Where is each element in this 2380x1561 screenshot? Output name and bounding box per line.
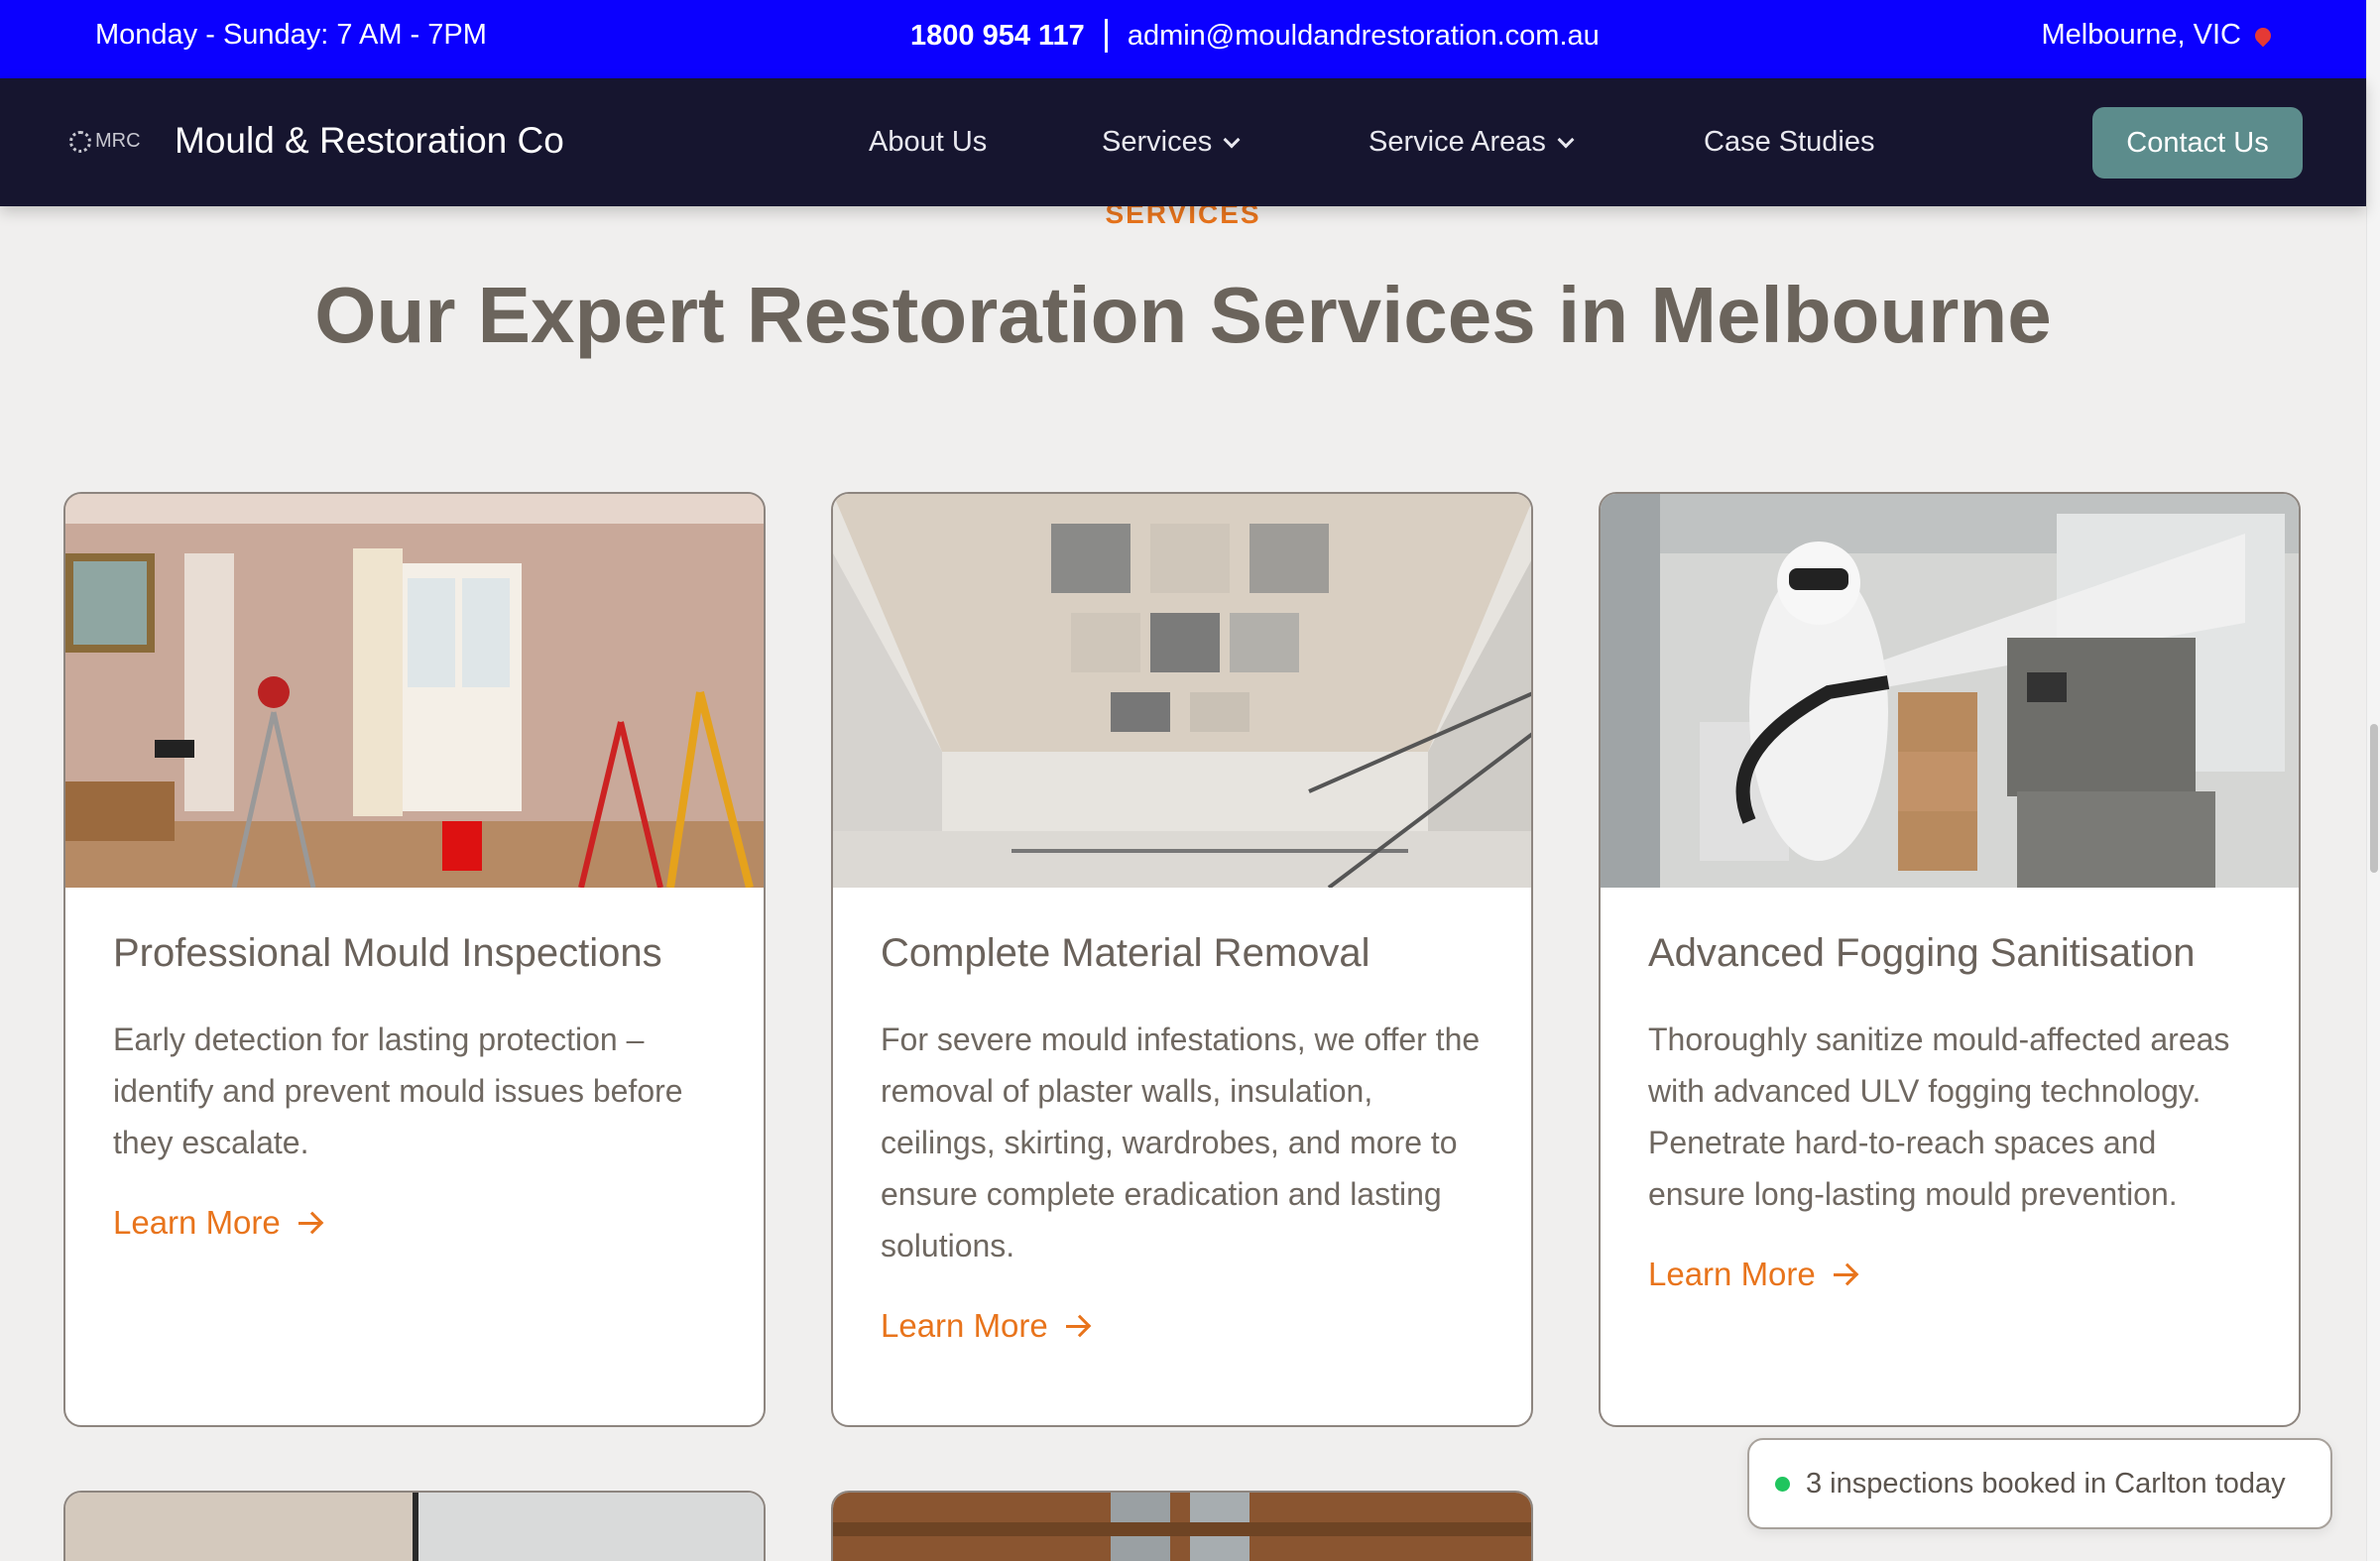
divider (1104, 19, 1108, 53)
service-image-fogging (1601, 494, 2299, 888)
notification-text: 3 inspections booked in Carlton today (1806, 1467, 2286, 1500)
learn-more-link[interactable]: Learn More (113, 1204, 320, 1242)
service-card-inspections: Professional Mould Inspections Early det… (63, 492, 766, 1427)
location: Melbourne, VIC (2041, 19, 2275, 52)
service-image-removal (833, 494, 1531, 888)
location-text: Melbourne, VIC (2041, 19, 2242, 51)
nav-services[interactable]: Services (1102, 126, 1241, 159)
card-description: For severe mould infestations, we offer … (881, 1021, 1481, 1263)
section-title: Our Expert Restoration Services in Melbo… (314, 271, 2052, 359)
learn-more-link[interactable]: Learn More (1648, 1256, 1855, 1293)
scrollbar-thumb[interactable] (2370, 724, 2378, 873)
learn-more-label: Learn More (113, 1204, 281, 1241)
booking-notification: 3 inspections booked in Carlton today (1747, 1438, 2332, 1529)
arrow-right-icon (1833, 1272, 1855, 1276)
top-info-bar: Monday - Sunday: 7 AM - 7PM 1800 954 117… (0, 0, 2366, 78)
brand-name[interactable]: Mould & Restoration Co (175, 120, 564, 162)
nav-label: Services (1102, 126, 1213, 158)
nav-label: Service Areas (1368, 126, 1546, 158)
arrow-right-icon (298, 1221, 320, 1225)
scrollbar[interactable] (2366, 0, 2380, 1561)
card-description: Early detection for lasting protection –… (113, 1021, 683, 1160)
service-card-removal: Complete Material Removal For severe mou… (831, 492, 1533, 1427)
nav-about-us[interactable]: About Us (869, 126, 987, 159)
main-navbar: MRC Mould & Restoration Co About Us Serv… (0, 78, 2366, 206)
logo-text: MRC (95, 130, 141, 152)
card-description: Thoroughly sanitize mould-affected areas… (1648, 1021, 2230, 1212)
email-link[interactable]: admin@mouldandrestoration.com.au (1128, 20, 1600, 53)
nav-label: About Us (869, 126, 988, 158)
service-card-partial-5 (831, 1491, 1533, 1561)
service-card-fogging: Advanced Fogging Sanitisation Thoroughly… (1599, 492, 2301, 1427)
service-card-partial-4 (63, 1491, 766, 1561)
arrow-right-icon (1065, 1324, 1088, 1328)
map-pin-icon (2251, 24, 2275, 47)
nav-case-studies[interactable]: Case Studies (1704, 126, 1875, 159)
learn-more-label: Learn More (1648, 1256, 1816, 1292)
service-image-partial (65, 1493, 764, 1561)
logo-ring-icon (69, 130, 91, 153)
live-status-dot-icon (1775, 1476, 1790, 1492)
card-title: Complete Material Removal (881, 931, 1370, 975)
card-title: Professional Mould Inspections (113, 931, 662, 975)
business-hours: Monday - Sunday: 7 AM - 7PM (95, 19, 487, 51)
chevron-down-icon (1557, 131, 1575, 148)
phone-link[interactable]: 1800 954 117 (910, 20, 1085, 53)
service-image-partial (833, 1493, 1531, 1561)
contact-info: 1800 954 117 admin@mouldandrestoration.c… (910, 19, 1600, 53)
card-title: Advanced Fogging Sanitisation (1648, 931, 2196, 975)
learn-more-label: Learn More (881, 1307, 1048, 1344)
nav-label: Case Studies (1704, 126, 1875, 158)
service-image-inspections (65, 494, 764, 888)
chevron-down-icon (1223, 131, 1241, 148)
logo[interactable]: MRC (69, 130, 141, 153)
learn-more-link[interactable]: Learn More (881, 1307, 1088, 1345)
nav-service-areas[interactable]: Service Areas (1368, 126, 1575, 159)
contact-us-button[interactable]: Contact Us (2092, 107, 2303, 179)
